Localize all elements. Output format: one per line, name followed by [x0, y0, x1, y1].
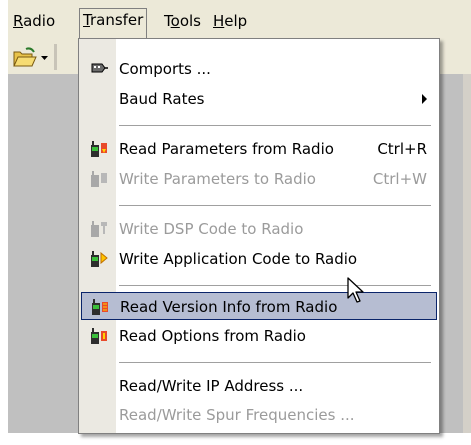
- submenu-arrow-icon: [422, 94, 427, 104]
- connector-plug-icon: [91, 63, 108, 73]
- menu-separator: [119, 125, 431, 126]
- menu-separator: [119, 205, 431, 206]
- write-parameters-label: Write Parameters to Radio: [119, 170, 316, 188]
- toolbar-grip: [54, 44, 57, 70]
- comports-label: Comports ...: [119, 60, 211, 78]
- menu-item-write-application-code[interactable]: Write Application Code to Radio: [81, 245, 437, 273]
- baud-rates-label: Baud Rates: [119, 90, 205, 108]
- transfer-dropdown-menu: Comports ... Baud Rates Read Parameters …: [78, 38, 440, 434]
- menu-help[interactable]: Help: [210, 10, 250, 32]
- menu-tools[interactable]: Tools: [161, 10, 204, 32]
- write-dsp-code-label: Write DSP Code to Radio: [119, 220, 304, 238]
- radio-application-icon: [91, 251, 108, 267]
- menu-item-read-write-ip-address[interactable]: Read/Write IP Address ...: [81, 372, 437, 400]
- read-version-info-label: Read Version Info from Radio: [120, 298, 338, 316]
- write-parameters-shortcut: Ctrl+W: [372, 170, 427, 188]
- menu-item-read-parameters[interactable]: Read Parameters from Radio Ctrl+R: [81, 135, 437, 163]
- read-write-ip-address-label: Read/Write IP Address ...: [119, 377, 304, 395]
- read-parameters-shortcut: Ctrl+R: [377, 140, 427, 158]
- mouse-pointer-icon: [347, 277, 364, 303]
- radio-options-icon: [91, 328, 107, 344]
- menu-item-write-parameters[interactable]: Write Parameters to Radio Ctrl+W: [81, 165, 437, 193]
- read-write-spur-frequencies-label: Read/Write Spur Frequencies ...: [119, 406, 355, 424]
- read-parameters-label: Read Parameters from Radio: [119, 140, 334, 158]
- dropdown-arrow-icon[interactable]: [41, 54, 49, 62]
- menu-separator: [119, 285, 431, 286]
- menu-separator: [119, 362, 431, 363]
- write-application-code-label: Write Application Code to Radio: [119, 250, 358, 268]
- menu-bar: Radio Transfer Tools Help: [8, 0, 471, 40]
- radio-version-icon: [92, 299, 108, 315]
- menu-item-write-dsp-code[interactable]: Write DSP Code to Radio: [81, 215, 437, 243]
- menu-item-read-options[interactable]: Read Options from Radio: [81, 322, 437, 350]
- radio-write-icon-disabled: [91, 171, 107, 187]
- menu-item-comports[interactable]: Comports ...: [81, 55, 437, 83]
- radio-read-icon: [91, 141, 107, 157]
- radio-dsp-icon-disabled: [91, 221, 107, 237]
- read-options-label: Read Options from Radio: [119, 327, 306, 345]
- menu-item-baud-rates[interactable]: Baud Rates: [81, 85, 437, 113]
- menu-item-read-write-spur-frequencies[interactable]: Read/Write Spur Frequencies ...: [81, 401, 437, 429]
- menu-transfer[interactable]: Transfer: [79, 8, 148, 40]
- menu-radio[interactable]: Radio: [10, 10, 58, 32]
- open-folder-icon[interactable]: [12, 46, 38, 68]
- menu-item-read-version-info[interactable]: Read Version Info from Radio: [81, 292, 437, 320]
